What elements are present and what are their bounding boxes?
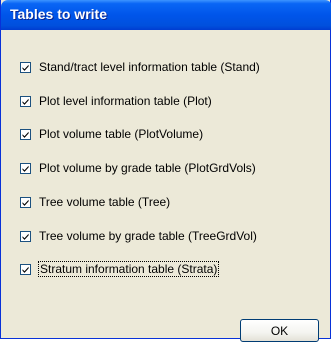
option-label-tree-grade-volumes: Tree volume by grade table (TreeGrdVol) — [39, 229, 257, 243]
option-stand[interactable]: Stand/tract level information table (Sta… — [20, 59, 260, 75]
option-strata[interactable]: Stratum information table (Strata) — [20, 261, 220, 277]
tables-to-write-dialog: Tables to write Stand/tract level inform… — [0, 0, 331, 342]
check-mark-icon — [22, 233, 29, 240]
dialog-body: Stand/tract level information table (Sta… — [4, 30, 327, 342]
dialog-title: Tables to write — [10, 6, 107, 22]
option-plot[interactable]: Plot level information table (Plot) — [20, 93, 212, 109]
check-mark-icon — [22, 98, 29, 105]
checkbox-plot[interactable] — [20, 95, 31, 107]
checkbox-plot-grade-volumes[interactable] — [20, 162, 31, 174]
checkbox-plot-volume[interactable] — [20, 128, 31, 140]
checkbox-stand[interactable] — [20, 61, 31, 73]
check-mark-icon — [22, 165, 29, 172]
option-plot-grade-volumes[interactable]: Plot volume by grade table (PlotGrdVols) — [20, 160, 256, 176]
check-mark-icon — [22, 199, 29, 206]
option-tree[interactable]: Tree volume table (Tree) — [20, 194, 170, 210]
check-mark-icon — [22, 131, 29, 138]
option-plot-volume[interactable]: Plot volume table (PlotVolume) — [20, 126, 203, 142]
checkbox-tree-grade-volumes[interactable] — [20, 230, 31, 242]
option-label-plot-volume: Plot volume table (PlotVolume) — [39, 127, 204, 141]
option-label-plot-grade-volumes: Plot volume by grade table (PlotGrdVols) — [39, 161, 256, 175]
option-label-strata: Stratum information table (Strata) — [37, 261, 220, 277]
option-label-tree: Tree volume table (Tree) — [39, 195, 171, 209]
checkbox-strata[interactable] — [20, 263, 31, 275]
option-tree-grade-volumes[interactable]: Tree volume by grade table (TreeGrdVol) — [20, 228, 257, 244]
option-label-plot: Plot level information table (Plot) — [39, 94, 212, 108]
check-mark-icon — [22, 266, 29, 273]
option-label-stand: Stand/tract level information table (Sta… — [39, 60, 260, 74]
checkbox-tree[interactable] — [20, 196, 31, 208]
check-mark-icon — [22, 64, 29, 71]
title-bar[interactable]: Tables to write — [1, 0, 331, 30]
